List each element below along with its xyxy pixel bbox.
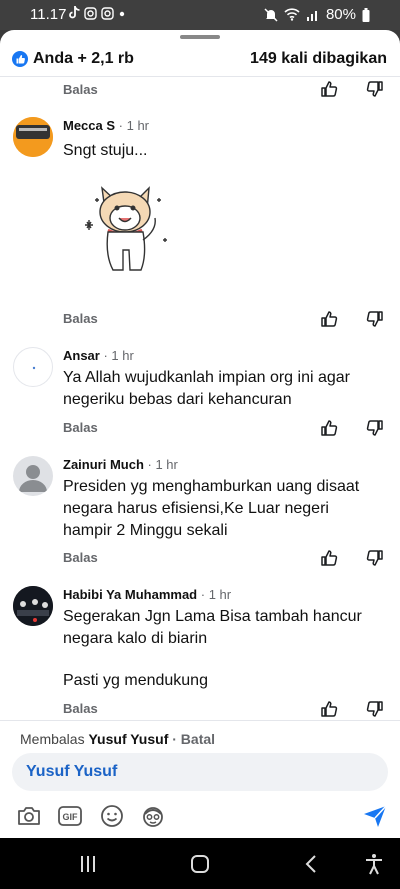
comment-input[interactable]: Yusuf Yusuf bbox=[12, 753, 388, 791]
gif-icon[interactable]: GIF bbox=[57, 803, 83, 829]
dislike-icon[interactable] bbox=[366, 419, 384, 437]
status-notification-icons bbox=[68, 6, 126, 20]
dislike-icon[interactable] bbox=[366, 549, 384, 567]
status-bar: 11.17 80% bbox=[0, 0, 400, 30]
reply-button[interactable]: Balas bbox=[63, 82, 98, 97]
comment-text: Presiden yg menghamburkan uang disaat ne… bbox=[63, 478, 360, 539]
comment-text-line: Pasti yg mendukung bbox=[63, 672, 208, 689]
reply-target: Yusuf Yusuf bbox=[88, 731, 169, 747]
comment-author[interactable]: Ansar · 1 hr bbox=[63, 348, 134, 363]
dog-sticker bbox=[85, 186, 167, 271]
system-navigation-bar bbox=[0, 838, 400, 889]
accessibility-icon[interactable] bbox=[362, 852, 386, 876]
comment-author[interactable]: Zainuri Much · 1 hr bbox=[63, 457, 178, 472]
svg-text:GIF: GIF bbox=[63, 812, 79, 822]
dislike-icon[interactable] bbox=[366, 700, 384, 718]
home-icon[interactable] bbox=[188, 852, 212, 876]
instagram-icon bbox=[84, 6, 97, 20]
cancel-reply-button[interactable]: · Batal bbox=[172, 731, 215, 747]
comment-input-value[interactable]: Yusuf Yusuf bbox=[26, 763, 117, 781]
mute-icon bbox=[264, 7, 278, 22]
tiktok-icon bbox=[69, 6, 80, 19]
status-system-icons: 80% bbox=[264, 6, 370, 23]
dot-icon bbox=[119, 11, 125, 16]
comment-text: Segerakan Jgn Lama Bisa tambah hancur ne… bbox=[63, 608, 362, 647]
comment-text: Sngt stuju... bbox=[63, 142, 148, 159]
comment-author[interactable]: Mecca S · 1 hr bbox=[63, 118, 149, 133]
signal-icon bbox=[306, 11, 317, 21]
sheet-drag-handle[interactable] bbox=[180, 35, 220, 39]
emoji-icon[interactable] bbox=[99, 803, 125, 829]
dislike-icon[interactable] bbox=[366, 310, 384, 328]
comment-text: Ya Allah wujudkanlah impian org ini agar… bbox=[63, 369, 350, 408]
reply-button[interactable]: Balas bbox=[63, 311, 98, 326]
like-reaction-icon bbox=[12, 51, 28, 67]
comment-author[interactable]: Habibi Ya Muhammad · 1 hr bbox=[63, 587, 231, 602]
reply-button[interactable]: Balas bbox=[63, 701, 98, 716]
avatar-sticker-icon[interactable] bbox=[140, 803, 166, 829]
like-icon[interactable] bbox=[320, 310, 338, 328]
avatar[interactable] bbox=[13, 586, 53, 626]
avatar[interactable] bbox=[13, 456, 53, 496]
battery-level: 80% bbox=[325, 6, 356, 23]
reply-composer: Membalas Yusuf Yusuf · Batal Yusuf Yusuf… bbox=[0, 720, 400, 838]
like-icon[interactable] bbox=[320, 419, 338, 437]
recent-apps-icon[interactable] bbox=[76, 852, 100, 876]
shares-count[interactable]: 149 kali dibagikan bbox=[250, 50, 387, 68]
comments-sheet: Anda + 2,1 rb 149 kali dibagikan Balas M… bbox=[0, 30, 400, 838]
battery-icon bbox=[362, 7, 370, 22]
reply-button[interactable]: Balas bbox=[63, 420, 98, 435]
avatar[interactable] bbox=[13, 117, 53, 157]
replying-to: Membalas Yusuf Yusuf · Batal bbox=[20, 731, 216, 747]
back-icon[interactable] bbox=[300, 852, 324, 876]
send-icon[interactable] bbox=[362, 803, 388, 829]
like-icon[interactable] bbox=[320, 549, 338, 567]
sheet-header: Anda + 2,1 rb 149 kali dibagikan bbox=[0, 46, 400, 74]
wifi-icon bbox=[284, 8, 300, 21]
like-icon[interactable] bbox=[320, 80, 338, 98]
like-icon[interactable] bbox=[320, 700, 338, 718]
header-divider bbox=[0, 76, 400, 77]
avatar[interactable] bbox=[13, 347, 53, 387]
likes-summary[interactable]: Anda + 2,1 rb bbox=[33, 50, 134, 68]
instagram-icon bbox=[101, 6, 114, 20]
reply-button[interactable]: Balas bbox=[63, 550, 98, 565]
status-time: 11.17 bbox=[30, 6, 67, 23]
dislike-icon[interactable] bbox=[366, 80, 384, 98]
camera-icon[interactable] bbox=[16, 803, 42, 829]
